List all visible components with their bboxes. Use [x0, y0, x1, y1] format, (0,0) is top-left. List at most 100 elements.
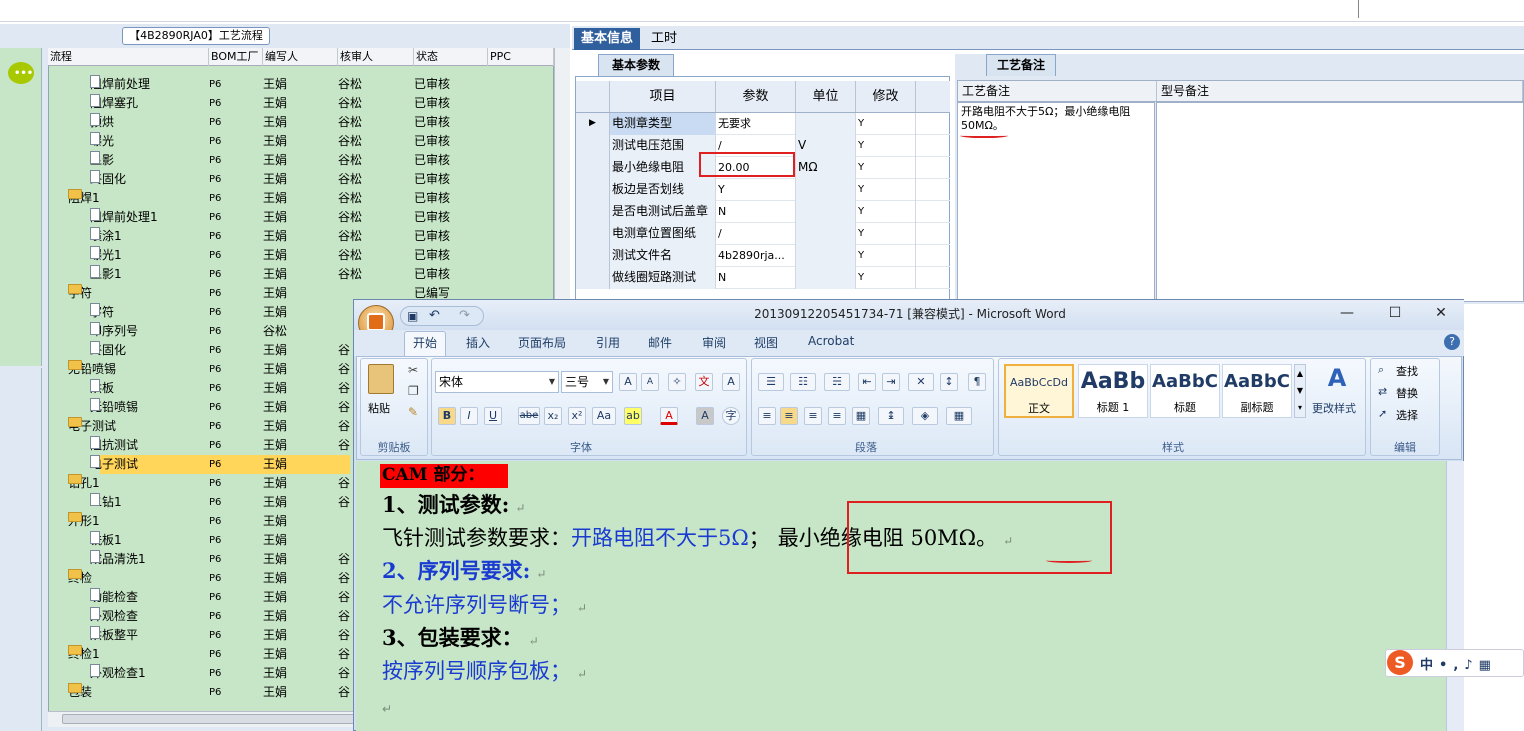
col-header-writer[interactable]: 编写人: [263, 48, 338, 66]
ime-lang[interactable]: 中: [1420, 658, 1439, 673]
asian-layout-icon[interactable]: ✕: [908, 373, 934, 391]
row-pointer-icon[interactable]: ▶: [576, 113, 610, 135]
row-indicator[interactable]: [576, 223, 610, 245]
find-label[interactable]: 查找: [1396, 363, 1418, 379]
cell-param[interactable]: N: [716, 201, 796, 223]
decrease-indent-icon[interactable]: ⇤: [858, 373, 876, 391]
col-header-modify[interactable]: 修改: [856, 81, 916, 112]
tree-node[interactable]: −无铅喷锡: [68, 360, 116, 379]
subscript-icon[interactable]: x₂: [544, 407, 562, 425]
copy-icon[interactable]: ❐: [408, 384, 419, 398]
shrink-font-icon[interactable]: A: [641, 373, 659, 391]
ribbon-tab-references[interactable]: 引用: [596, 334, 620, 351]
basic-param-row[interactable]: 电测章位置图纸 / Y: [576, 223, 950, 245]
tree-node[interactable]: 显影1: [90, 265, 122, 284]
ribbon-tab-view[interactable]: 视图: [754, 334, 778, 351]
tree-row[interactable]: 阻焊前处理1 P6 王娟 谷松 已审核: [48, 208, 554, 227]
sogou-logo-icon[interactable]: S: [1387, 650, 1413, 675]
change-case-icon[interactable]: Aa: [592, 407, 616, 425]
change-styles-label[interactable]: 更改样式: [1312, 400, 1356, 416]
align-right-icon[interactable]: ≡: [804, 407, 822, 425]
shading-icon[interactable]: ◈: [912, 407, 938, 425]
ime-punct-icon[interactable]: •,: [1439, 658, 1464, 673]
bold-icon[interactable]: B: [438, 407, 456, 425]
tree-row[interactable]: 喷涂1 P6 王娟 谷松 已审核: [48, 227, 554, 246]
cell-param[interactable]: 无要求: [716, 113, 796, 135]
ribbon-tab-acrobat[interactable]: Acrobat: [808, 334, 854, 348]
save-icon[interactable]: ▣: [407, 309, 418, 323]
model-note-textarea[interactable]: [1156, 102, 1524, 302]
tree-node[interactable]: −字符: [68, 284, 92, 303]
microphone-icon[interactable]: ♪: [1464, 658, 1478, 673]
tree-node[interactable]: −终检1: [68, 645, 100, 664]
underline-icon[interactable]: U: [484, 407, 502, 425]
tree-node[interactable]: 终固化: [90, 341, 126, 360]
row-indicator[interactable]: [576, 157, 610, 179]
align-center-icon[interactable]: ≡: [780, 407, 798, 425]
keyboard-icon[interactable]: ▦: [1479, 658, 1497, 673]
basic-param-row[interactable]: ▶ 电测章类型 无要求 Y: [576, 113, 950, 135]
tree-node[interactable]: 功能检查: [90, 588, 138, 607]
phonetic-icon[interactable]: 文: [695, 373, 713, 391]
help-icon[interactable]: ?: [1444, 334, 1460, 350]
tree-node[interactable]: 阻焊前处理1: [90, 208, 158, 227]
tree-row[interactable]: 显影 P6 王娟 谷松 已审核: [48, 151, 554, 170]
row-indicator[interactable]: [576, 179, 610, 201]
cell-param[interactable]: N: [716, 267, 796, 289]
tree-row[interactable]: 阻焊塞孔 P6 王娟 谷松 已审核: [48, 94, 554, 113]
tree-row[interactable]: 电子测试 P6 王娟: [90, 455, 350, 474]
distributed-icon[interactable]: ▦: [852, 407, 870, 425]
grow-font-icon[interactable]: A: [619, 373, 637, 391]
row-indicator[interactable]: [576, 201, 610, 223]
ribbon-tab-home[interactable]: 开始: [404, 331, 446, 356]
tree-node[interactable]: 外观检查1: [90, 664, 146, 683]
tree-node[interactable]: 字符: [90, 303, 114, 322]
row-indicator[interactable]: [576, 245, 610, 267]
styles-scroll[interactable]: ▲ ▼ ▾: [1294, 364, 1306, 418]
borders-icon[interactable]: ▦: [946, 407, 972, 425]
tree-row[interactable]: 显影1 P6 王娟 谷松 已审核: [48, 265, 554, 284]
multilevel-list-icon[interactable]: ☵: [824, 373, 850, 391]
ribbon-tab-layout[interactable]: 页面布局: [518, 334, 566, 351]
minimize-button[interactable]: —: [1332, 305, 1362, 323]
col-header-item[interactable]: 项目: [610, 81, 716, 112]
tree-node[interactable]: 二钻1: [90, 493, 122, 512]
col-header-checker[interactable]: 核审人: [338, 48, 414, 66]
change-styles-icon[interactable]: A: [1322, 364, 1352, 392]
tree-node[interactable]: 印序列号: [90, 322, 138, 341]
quick-access-toolbar[interactable]: ▣ ↶ ↷: [400, 306, 484, 326]
basic-param-row[interactable]: 板边是否划线 Y Y: [576, 179, 950, 201]
col-header-ppc[interactable]: PPC: [488, 48, 554, 66]
find-icon[interactable]: ⌕: [1378, 363, 1384, 377]
tree-node[interactable]: 无铅喷锡: [90, 398, 138, 417]
highlight-icon[interactable]: ab: [624, 407, 642, 425]
tree-node[interactable]: 外观检查: [90, 607, 138, 626]
char-shading-icon[interactable]: A: [696, 407, 714, 425]
col-header-param[interactable]: 参数: [716, 81, 796, 112]
tree-node[interactable]: 终固化: [90, 170, 126, 189]
justify-icon[interactable]: ≡: [828, 407, 846, 425]
style-title[interactable]: AaBbC 标题: [1150, 364, 1220, 418]
enclose-char-icon[interactable]: 字: [722, 407, 740, 425]
sort-icon[interactable]: ↕: [940, 373, 958, 391]
tree-node[interactable]: 阻焊塞孔: [90, 94, 138, 113]
cell-param[interactable]: 4b2890rja...: [716, 245, 796, 267]
bullets-icon[interactable]: ☰: [758, 373, 784, 391]
italic-icon[interactable]: I: [460, 407, 478, 425]
ribbon-tab-mailings[interactable]: 邮件: [648, 334, 672, 351]
tree-row[interactable]: 终固化 P6 王娟 谷松 已审核: [48, 170, 554, 189]
style-heading1[interactable]: AaBb 标题 1: [1078, 364, 1148, 418]
tree-node[interactable]: 显影: [90, 151, 114, 170]
align-left-icon[interactable]: ≡: [758, 407, 776, 425]
clear-format-icon[interactable]: ✧: [668, 373, 686, 391]
tree-row[interactable]: 预烘 P6 王娟 谷松 已审核: [48, 113, 554, 132]
tree-node[interactable]: 铣板1: [90, 531, 122, 550]
char-border-icon[interactable]: A: [722, 373, 740, 391]
cell-param[interactable]: Y: [716, 179, 796, 201]
tree-node[interactable]: −阻焊1: [68, 189, 100, 208]
ribbon-tab-insert[interactable]: 插入: [466, 334, 490, 351]
undo-icon[interactable]: ↶: [429, 308, 440, 323]
basic-param-row[interactable]: 是否电测试后盖章 N Y: [576, 201, 950, 223]
col-header-unit[interactable]: 单位: [796, 81, 856, 112]
font-name-select[interactable]: 宋体 ▼: [435, 371, 559, 393]
